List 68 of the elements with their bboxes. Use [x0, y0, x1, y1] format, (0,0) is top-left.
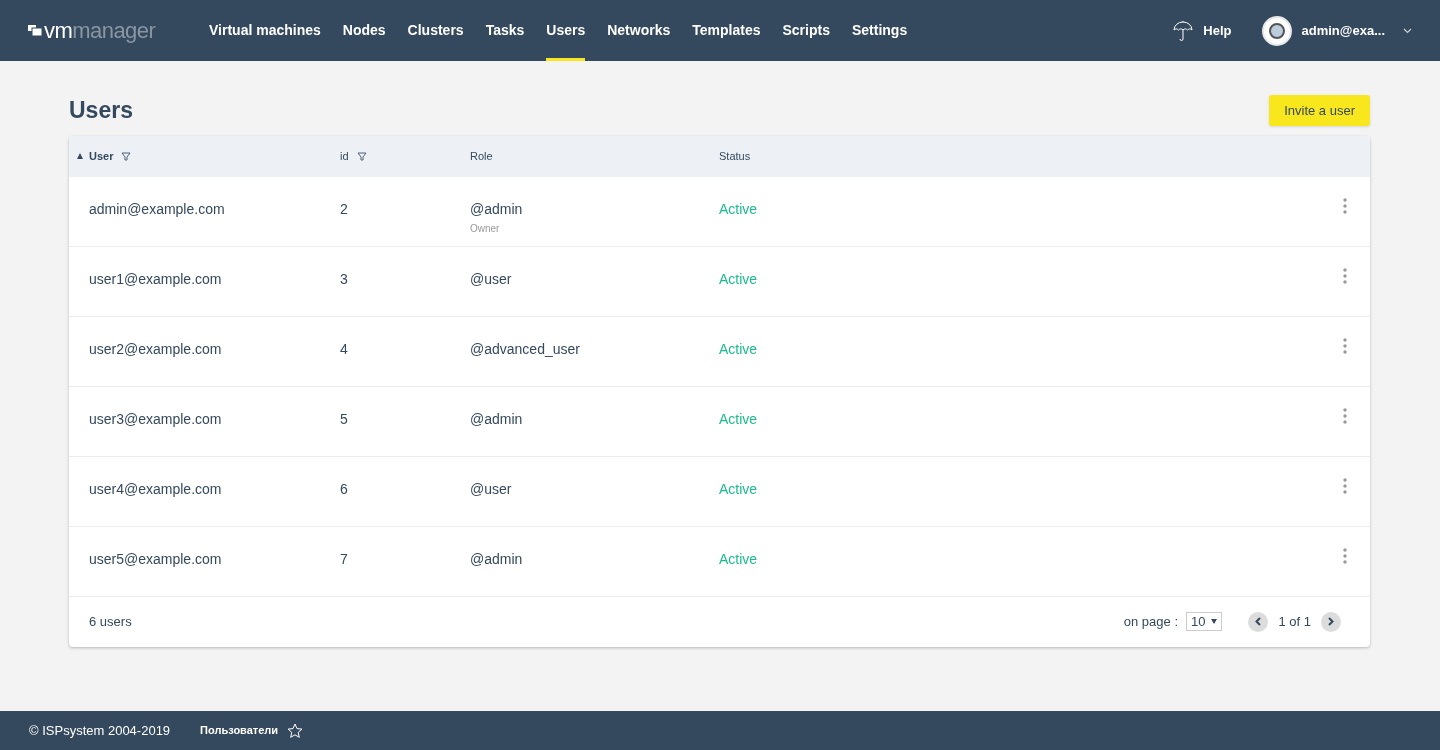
chevron-left-icon — [1255, 617, 1262, 626]
user-email-cell-text: admin@example.com — [89, 199, 226, 219]
page-info: 1 of 1 — [1278, 612, 1311, 631]
nav-tab[interactable]: Users — [546, 0, 586, 61]
user-email-cell-text: user3@example.com — [89, 409, 223, 429]
logo-icon — [28, 25, 42, 36]
role-cell-text: @advanced_user — [470, 339, 580, 359]
sort-ascending-icon[interactable] — [77, 153, 83, 159]
more-options-icon[interactable] — [1343, 337, 1347, 354]
status-cell-text: Active — [719, 269, 759, 289]
copyright-text: © ISPsystem 2004-2019 — [29, 721, 171, 740]
account-name[interactable]: admin@exa... — [1301, 20, 1385, 41]
nav-tab[interactable]: Clusters — [407, 0, 464, 61]
column-header[interactable]: Role — [470, 147, 493, 165]
id-cell-text: 7 — [340, 549, 349, 569]
filter-icon[interactable] — [356, 151, 367, 161]
more-options-icon[interactable] — [1343, 407, 1347, 424]
status-cell-text: Active — [719, 199, 759, 219]
column-header[interactable]: User — [89, 147, 132, 165]
logo[interactable]: vmmanager — [28, 19, 209, 42]
status-cell-text: Active — [719, 339, 759, 359]
status-cell-text: Active — [719, 549, 759, 569]
role-cell-text: @admin — [470, 549, 523, 569]
breadcrumb-text: Пользователи — [200, 723, 279, 739]
role-cell-text: @admin — [470, 409, 523, 429]
id-cell-text: 2 — [340, 199, 349, 219]
id-cell-text: 4 — [340, 339, 349, 359]
page-title: Users — [69, 96, 133, 125]
status-cell-text: Active — [719, 479, 759, 499]
role-note: Owner — [470, 221, 500, 236]
previous-page-button[interactable] — [1248, 611, 1269, 632]
column-header[interactable]: id — [340, 147, 367, 165]
nav-tab[interactable]: Nodes — [342, 0, 386, 61]
avatar[interactable] — [1261, 15, 1292, 46]
caret-down-icon — [1211, 619, 1218, 624]
user-email-cell-text: user4@example.com — [89, 479, 223, 499]
status-cell-text: Active — [719, 409, 759, 429]
next-page-button[interactable] — [1321, 611, 1341, 632]
per-page-select[interactable]: 10 — [1186, 612, 1223, 631]
total-count: 6 users — [89, 612, 132, 631]
nav-tab[interactable]: Templates — [692, 0, 761, 61]
id-cell-text: 3 — [340, 269, 349, 289]
nav-tab[interactable]: Virtual machines — [209, 0, 321, 61]
column-header[interactable]: Status — [719, 147, 751, 165]
more-options-icon[interactable] — [1343, 547, 1347, 564]
more-options-icon[interactable] — [1343, 197, 1347, 214]
user-email-cell-text: user2@example.com — [89, 339, 223, 359]
nav-tab[interactable]: Settings — [851, 0, 908, 61]
id-cell-text: 5 — [340, 409, 349, 429]
id-cell-text: 6 — [340, 479, 349, 499]
invite-user-button[interactable]: Invite a user — [1269, 94, 1370, 126]
help-link[interactable]: Help — [1203, 20, 1232, 41]
nav-tab[interactable]: Tasks — [485, 0, 525, 61]
user-email-cell-text: user5@example.com — [89, 549, 223, 569]
more-options-icon[interactable] — [1343, 477, 1347, 494]
user-email-cell-text: user1@example.com — [89, 269, 223, 289]
chevron-right-icon — [1328, 617, 1334, 626]
nav-tab[interactable]: Scripts — [782, 0, 830, 61]
nav-tab[interactable]: Networks — [607, 0, 671, 61]
role-cell-text: @user — [470, 269, 512, 289]
star-icon[interactable] — [287, 722, 304, 739]
role-cell-text: @user — [470, 479, 512, 499]
role-cell-text: @admin — [470, 199, 523, 219]
umbrella-icon[interactable] — [1173, 19, 1194, 42]
filter-icon[interactable] — [121, 151, 132, 161]
more-options-icon[interactable] — [1343, 267, 1347, 284]
chevron-down-icon[interactable] — [1403, 27, 1412, 34]
per-page-label: on page : — [1123, 612, 1178, 631]
